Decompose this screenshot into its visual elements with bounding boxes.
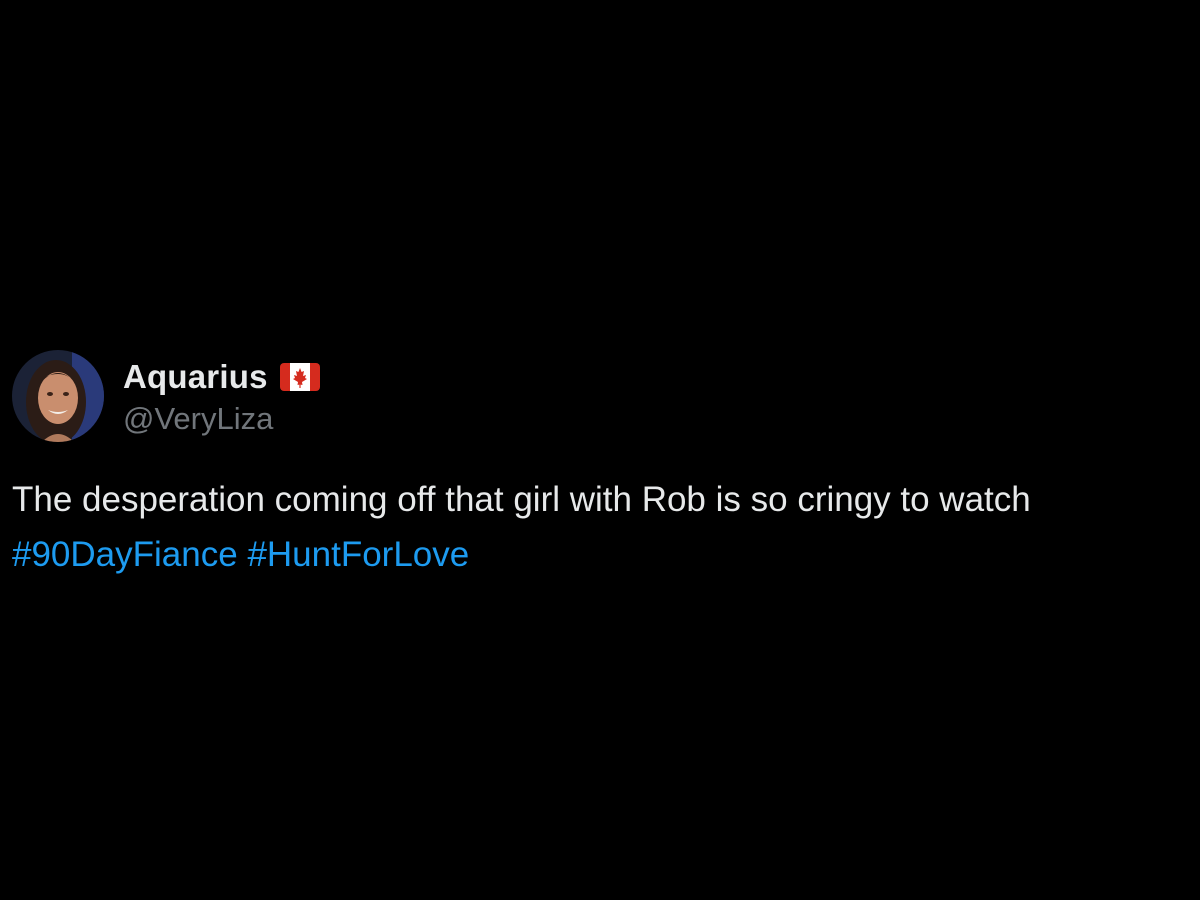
hashtag-link[interactable]: #HuntForLove: [247, 535, 469, 574]
canada-flag-icon: [279, 363, 320, 391]
display-name[interactable]: Aquarius: [123, 358, 268, 396]
author-names: Aquarius @VeryLiza: [123, 355, 320, 437]
tweet-card: Aquarius @VeryLiza The desperation comin…: [12, 350, 1192, 582]
display-name-row: Aquarius: [123, 355, 320, 399]
avatar[interactable]: [12, 350, 104, 442]
hashtag-list: #90DayFiance #HuntForLove: [12, 527, 1192, 582]
tweet-header: Aquarius @VeryLiza: [12, 350, 1192, 442]
tweet-body: The desperation coming off that girl wit…: [12, 472, 1192, 582]
hashtag-link[interactable]: #90DayFiance: [12, 535, 238, 574]
user-handle[interactable]: @VeryLiza: [123, 401, 320, 437]
tweet-text: The desperation coming off that girl wit…: [12, 480, 1031, 519]
